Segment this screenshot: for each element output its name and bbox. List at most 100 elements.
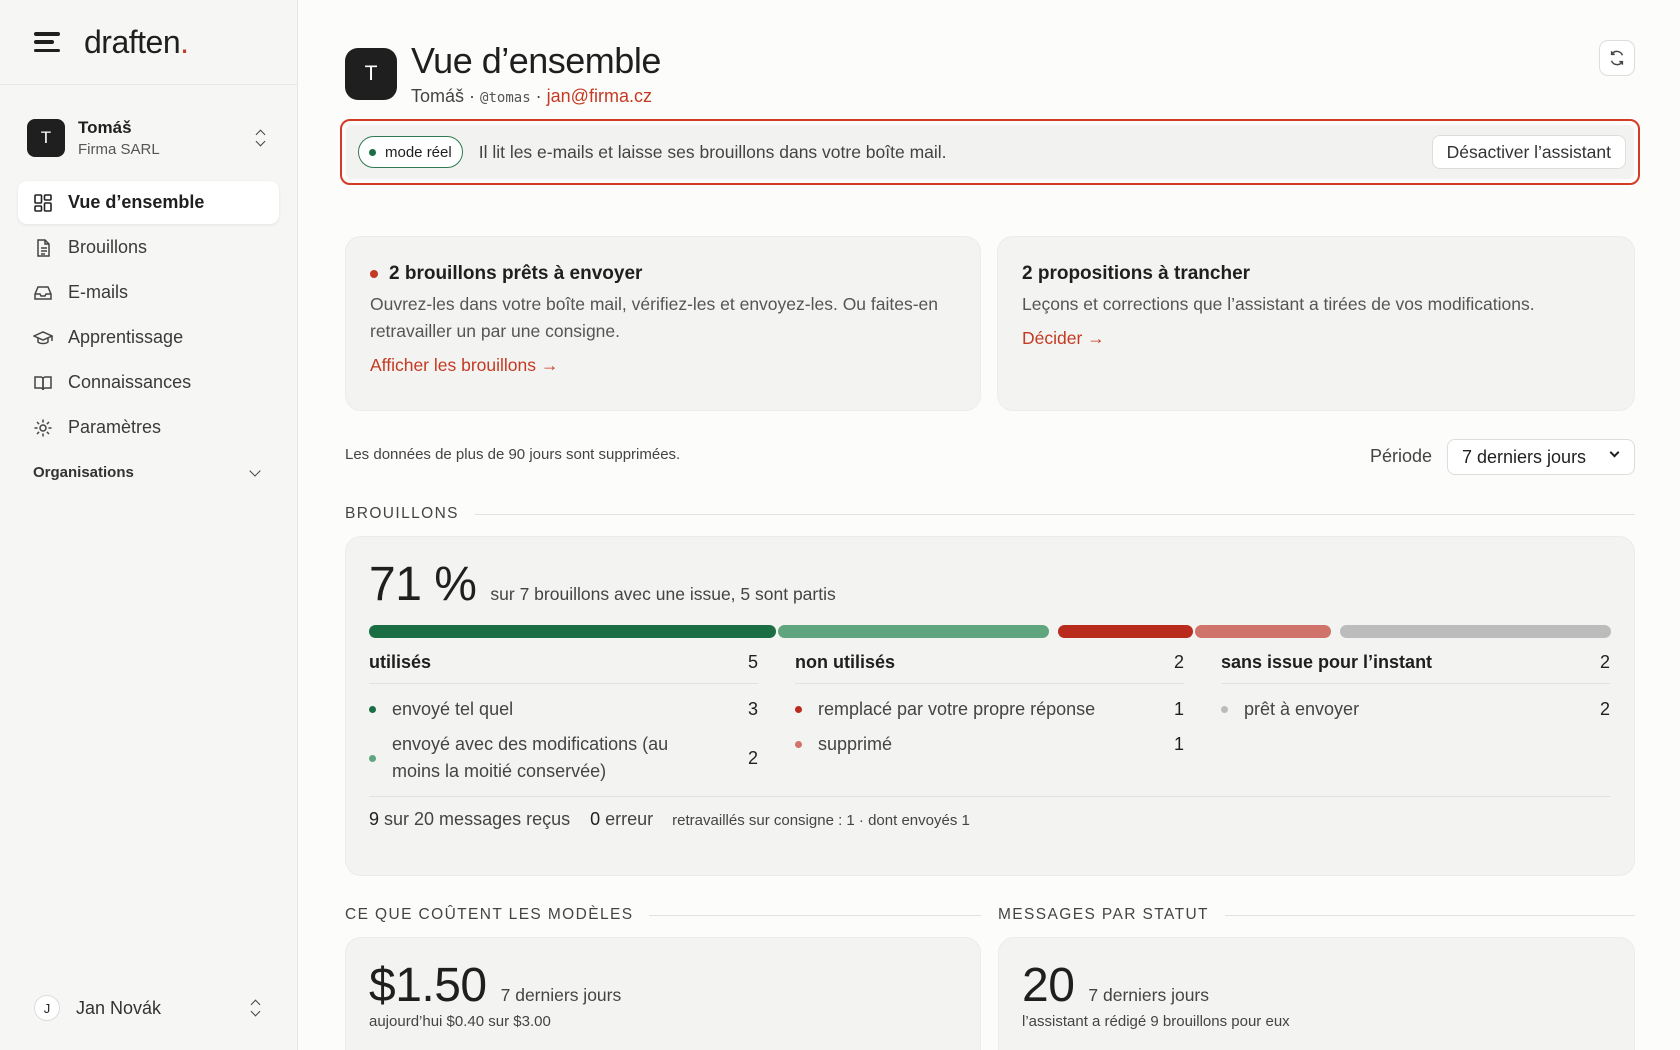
- show-drafts-link[interactable]: Afficher les brouillons →: [370, 355, 558, 376]
- period-label: Période: [1370, 446, 1433, 466]
- assistant-mode-banner: mode réel Il lit les e-mails et laisse s…: [340, 119, 1640, 185]
- card-title: 2 propositions à trancher: [1022, 263, 1251, 284]
- period-selected: 7 derniers jours: [1462, 446, 1587, 467]
- card-body: Ouvrez-les dans votre boîte mail, vérifi…: [370, 294, 939, 341]
- main-content: T Vue d’ensemble Tomáš · @tomas · jan@fi…: [340, 0, 1640, 1050]
- sidebar-item-learning[interactable]: Apprentissage: [18, 316, 279, 359]
- retention-note: Les données de plus de 90 jours sont sup…: [345, 446, 681, 463]
- list-item: envoyé tel quel 3: [369, 696, 758, 723]
- card-body: Leçons et corrections que l’assistant a …: [1022, 294, 1535, 314]
- profile-name: Tomáš: [411, 86, 465, 106]
- drafts-sent-percent: 71 %: [369, 558, 477, 611]
- bar-segment-sent-modified: [777, 625, 1049, 638]
- sidebar-item-label: Brouillons: [68, 237, 148, 257]
- account-avatar: T: [27, 119, 65, 157]
- chevron-down-icon: [1609, 447, 1620, 458]
- chevron-up-down-icon: [255, 128, 267, 148]
- user-name: Jan Novák: [76, 997, 162, 1018]
- bar-segment-deleted: [1195, 625, 1331, 638]
- chevron-up-down-icon: [250, 998, 262, 1018]
- sidebar-item-label: Apprentissage: [68, 327, 184, 347]
- profile-handle: @tomas: [480, 90, 531, 106]
- list-item: prêt à envoyer 2: [1221, 696, 1610, 723]
- gear-icon: [34, 419, 52, 436]
- legend-dot: [1221, 706, 1228, 713]
- costs-today: aujourd’hui $0.40 sur $3.00: [369, 1013, 551, 1030]
- status-dot: [369, 148, 376, 156]
- reworked-stats: retravaillés sur consigne : 1 · dont env…: [672, 812, 970, 829]
- sidebar: draften. T Tomáš Firma SARL Vue d’ensemb…: [0, 0, 298, 1050]
- page-title: Vue d’ensemble: [411, 40, 661, 81]
- costs-card: $1.50 7 derniers jours aujourd’hui $0.40…: [345, 937, 981, 1050]
- column-title: utilisés: [369, 652, 432, 672]
- sidebar-item-label: Vue d’ensemble: [68, 192, 205, 212]
- costs-amount: $1.50: [369, 959, 487, 1012]
- refresh-button[interactable]: [1599, 40, 1635, 76]
- menu-icon[interactable]: [34, 32, 60, 52]
- costs-section-header: CE QUE COÛTENT LES MODÈLES: [345, 906, 981, 924]
- legend-dot: [795, 741, 802, 748]
- list-item: remplacé par votre propre réponse 1: [795, 696, 1184, 723]
- page-header: T Vue d’ensemble Tomáš · @tomas · jan@fi…: [345, 40, 1635, 110]
- legend-dot: [369, 754, 376, 762]
- document-icon: [37, 238, 50, 257]
- mode-badge: mode réel: [358, 136, 463, 168]
- decide-link[interactable]: Décider →: [1022, 328, 1105, 349]
- account-org: Firma SARL: [78, 141, 160, 158]
- refresh-icon: [1610, 50, 1624, 66]
- divider: [369, 796, 1611, 797]
- sidebar-nav: Vue d’ensemble Brouillons E-mails Appren…: [18, 181, 279, 451]
- received-count: 9: [369, 809, 380, 829]
- user-menu[interactable]: J Jan Novák: [34, 994, 268, 1022]
- drafts-ready-card: 2 brouillons prêts à envoyer Ouvrez-les …: [345, 236, 981, 411]
- organisations-label: Organisations: [33, 464, 134, 481]
- account-switcher[interactable]: T Tomáš Firma SARL: [27, 114, 273, 162]
- sidebar-item-knowledge[interactable]: Connaissances: [18, 361, 279, 404]
- separator: ·: [469, 86, 476, 106]
- sidebar-item-emails[interactable]: E-mails: [18, 271, 279, 314]
- column-used: utilisés 5 envoyé tel quel 3 envoyé avec d…: [369, 652, 758, 785]
- costs-period: 7 derniers jours: [500, 985, 622, 1005]
- bar-segment-replaced: [1057, 625, 1194, 638]
- card-title: 2 brouillons prêts à envoyer: [370, 263, 956, 285]
- column-total: 5: [747, 652, 758, 672]
- sidebar-item-overview[interactable]: Vue d’ensemble: [18, 181, 279, 224]
- status-note: l’assistant a rédigé 9 brouillons pour e…: [1022, 1013, 1290, 1030]
- sidebar-item-drafts[interactable]: Brouillons: [18, 226, 279, 269]
- list-item: envoyé avec des modifications (au moins …: [369, 731, 758, 785]
- column-title: non utilisés: [795, 652, 896, 672]
- drafts-summary: sur 7 brouillons avec une issue, 5 sont …: [490, 584, 836, 604]
- period-select[interactable]: 7 derniers jours: [1447, 439, 1635, 475]
- user-avatar: J: [34, 995, 60, 1021]
- received-label: sur 20 messages reçus: [384, 809, 571, 829]
- disable-assistant-button[interactable]: Désactiver l’assistant: [1431, 135, 1626, 169]
- column-title: sans issue pour l’instant: [1221, 652, 1433, 672]
- status-section-header: MESSAGES PAR STATUT: [998, 906, 1635, 924]
- column-pending: sans issue pour l’instant 2 prêt à envoye…: [1221, 652, 1610, 723]
- grid-icon: [34, 193, 52, 212]
- sidebar-item-label: E-mails: [68, 282, 129, 302]
- proposals-card: 2 propositions à trancher Leçons et corr…: [997, 236, 1635, 411]
- inbox-icon: [34, 285, 52, 300]
- graduation-cap-icon: [33, 330, 53, 344]
- sidebar-item-settings[interactable]: Paramètres: [18, 406, 279, 449]
- profile-avatar: T: [345, 48, 397, 100]
- brand-bar: draften.: [0, 0, 297, 85]
- organisations-toggle[interactable]: Organisations: [33, 464, 265, 481]
- list-item: supprimé 1: [795, 731, 1184, 758]
- drafts-outcome-bar: [369, 625, 1611, 638]
- sidebar-item-label: Paramètres: [68, 417, 162, 437]
- column-total: 2: [1599, 652, 1610, 672]
- legend-dot: [795, 706, 802, 713]
- status-card: 20 7 derniers jours l’assistant a rédigé…: [998, 937, 1635, 1050]
- drafts-footer-stats: 9 sur 20 messages reçus 0 erreur retrava…: [369, 809, 970, 830]
- drafts-stats-card: 71 % sur 7 brouillons avec une issue, 5 …: [345, 536, 1635, 876]
- column-total: 2: [1173, 652, 1184, 672]
- banner-text: Il lit les e-mails et laisse ses brouill…: [478, 141, 947, 162]
- brand-logo[interactable]: draften.: [84, 24, 189, 61]
- status-count: 20: [1022, 959, 1075, 1012]
- profile-email-link[interactable]: jan@firma.cz: [547, 86, 652, 106]
- bar-segment-pending: [1339, 625, 1611, 638]
- sidebar-item-label: Connaissances: [68, 372, 192, 392]
- bar-segment-sent-as-is: [369, 625, 776, 638]
